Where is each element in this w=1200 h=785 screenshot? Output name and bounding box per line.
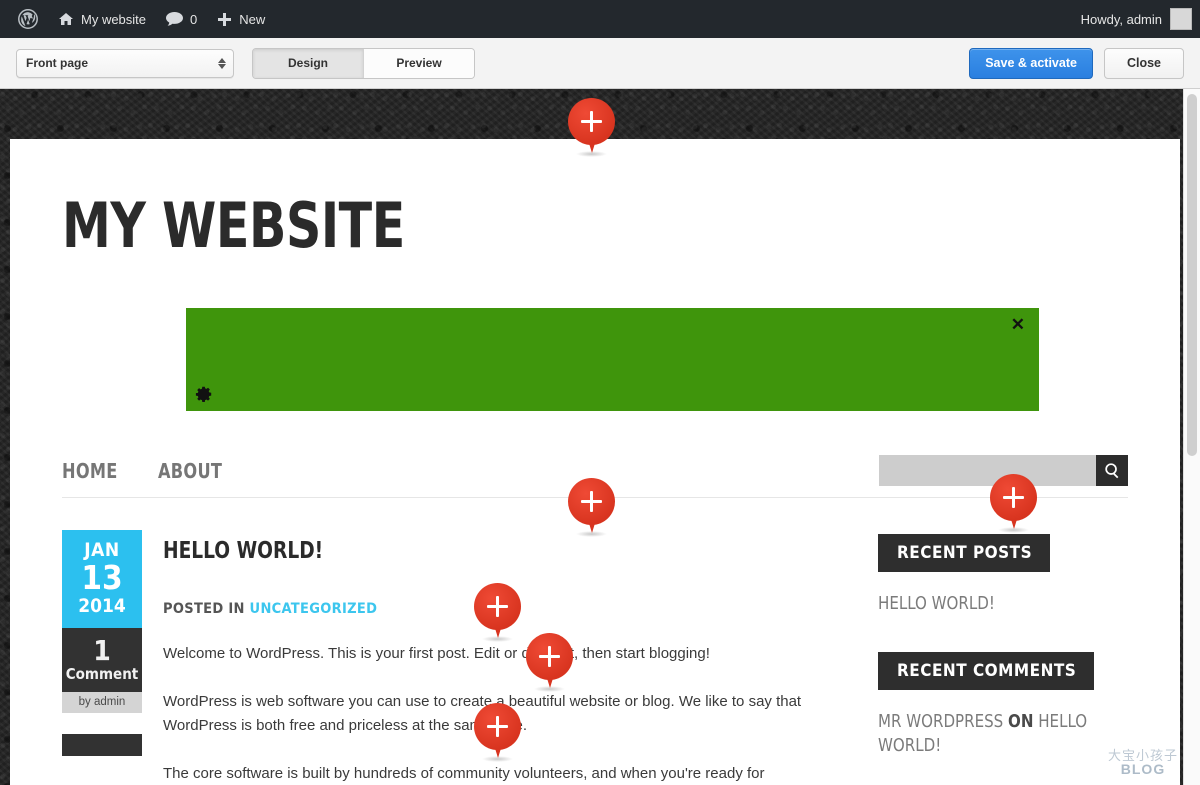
widget-recent-comments-list: MR WORDPRESS ON HELLO WORLD! <box>878 710 1094 758</box>
save-activate-label: Save & activate <box>985 56 1077 70</box>
widget-title-recent-comments: RECENT COMMENTS <box>878 651 1095 690</box>
nav-item-about[interactable]: ABOUT <box>158 459 222 483</box>
sidebar: RECENT POSTS HELLO WORLD! RECENT COMMENT… <box>878 530 1110 785</box>
post-date-badge: JAN 13 2014 <box>62 530 142 628</box>
nav-item-home[interactable]: HOME <box>62 459 118 483</box>
main-column: JAN 13 2014 1 Comment by admin HELLO WOR… <box>62 530 832 785</box>
add-widget-pin-post-a[interactable] <box>474 583 521 643</box>
post-author-badge: by admin <box>62 692 142 714</box>
close-label: Close <box>1126 56 1161 70</box>
post-title[interactable]: HELLO WORLD! <box>163 538 765 564</box>
comments-count: 0 <box>190 11 198 27</box>
page-select-value: Front page <box>26 56 88 70</box>
new-content-menu[interactable]: New <box>207 0 275 38</box>
preview-scrollbar[interactable] <box>1183 89 1200 785</box>
pin-plus-vertical <box>495 596 500 617</box>
widget-recent-posts: RECENT POSTS HELLO WORLD! <box>878 534 1110 616</box>
wordpress-logo-menu[interactable] <box>8 0 48 38</box>
admin-bar-right-group: Howdy, admin <box>1081 8 1200 30</box>
close-x-icon[interactable]: ✕ <box>1011 316 1025 333</box>
save-activate-button[interactable]: Save & activate <box>969 47 1093 79</box>
site-canvas: MY WEBSITE ✕ HOME ABOUT JAN 13 2014 1 Co… <box>10 139 1180 785</box>
post-paragraph-3: The core software is built by hundreds o… <box>163 764 765 782</box>
avatar[interactable] <box>1170 8 1192 30</box>
pin-plus-vertical <box>589 111 594 132</box>
add-widget-pin-content-top[interactable] <box>568 478 615 538</box>
close-button[interactable]: Close <box>1103 47 1184 79</box>
post-paragraph-1: Welcome to WordPress. This is your first… <box>163 645 710 662</box>
comment-bubble-icon <box>166 11 184 27</box>
page-select[interactable]: Front page <box>16 48 234 78</box>
theme-preview-area: MY WEBSITE ✕ HOME ABOUT JAN 13 2014 1 Co… <box>0 89 1200 785</box>
tab-design[interactable]: Design <box>253 48 363 78</box>
add-widget-pin-header[interactable] <box>568 98 615 158</box>
site-inner: MY WEBSITE ✕ HOME ABOUT JAN 13 2014 1 Co… <box>10 139 1180 785</box>
add-widget-pin-post-c[interactable] <box>474 703 521 763</box>
pin-plus-vertical <box>1011 487 1016 508</box>
recent-post-link[interactable]: HELLO WORLD! <box>878 593 995 614</box>
wp-admin-bar: My website 0 New Howdy, admin <box>0 0 1200 38</box>
add-widget-pin-post-b[interactable] <box>526 633 573 693</box>
search-button[interactable] <box>1096 455 1128 486</box>
wordpress-logo-icon <box>18 9 38 29</box>
post-date-day: 13 <box>81 558 123 597</box>
tab-preview[interactable]: Preview <box>363 48 474 78</box>
mode-tab-group: Design Preview <box>252 47 475 79</box>
howdy-label[interactable]: Howdy, admin <box>1081 12 1170 27</box>
widget-recent-posts-list: HELLO WORLD! <box>878 592 1094 616</box>
content-row: JAN 13 2014 1 Comment by admin HELLO WOR… <box>62 530 1128 785</box>
green-widget-block[interactable]: ✕ <box>186 308 1039 411</box>
admin-bar-left-group: My website 0 New <box>0 0 275 38</box>
toolbar-actions: Save & activate Close <box>969 47 1200 79</box>
customizer-screen: My website 0 New Howdy, admin Front page… <box>0 0 1200 785</box>
tab-preview-label: Preview <box>396 56 442 70</box>
post-meta-column: JAN 13 2014 1 Comment by admin <box>62 530 142 785</box>
comments-menu[interactable]: 0 <box>156 0 207 38</box>
scrollbar-thumb[interactable] <box>1187 94 1197 456</box>
comment-count: 1 <box>93 633 111 667</box>
page-title: MY WEBSITE <box>62 189 405 262</box>
recent-comment-author[interactable]: MR WORDPRESS <box>878 711 1008 732</box>
pin-plus-vertical <box>495 716 500 737</box>
plus-icon <box>217 12 232 27</box>
new-label: New <box>239 11 266 27</box>
customizer-toolbar: Front page Design Preview Save & activat… <box>0 38 1200 89</box>
comment-label: Comment <box>65 665 139 684</box>
sort-arrows-icon <box>218 57 226 69</box>
widget-recent-comments: RECENT COMMENTS MR WORDPRESS ON HELLO WO… <box>878 651 1110 758</box>
widget-title-recent-posts: RECENT POSTS <box>878 534 1051 572</box>
post-comment-badge[interactable]: 1 Comment <box>62 627 142 693</box>
recent-comment-on-label: ON <box>1008 710 1034 732</box>
search-icon <box>1104 462 1121 479</box>
home-icon <box>58 11 74 27</box>
site-name-menu[interactable]: My website <box>48 0 156 38</box>
next-post-meta-stub <box>62 734 142 757</box>
pin-plus-vertical <box>547 646 552 667</box>
post-date-year: 2014 <box>78 594 126 617</box>
gear-icon[interactable] <box>195 385 213 403</box>
site-name-label: My website <box>81 11 147 27</box>
search-input[interactable] <box>879 455 1096 486</box>
pin-plus-vertical <box>589 491 594 512</box>
posted-in-label: POSTED IN <box>163 601 245 617</box>
add-widget-pin-sidebar[interactable] <box>990 474 1037 534</box>
tab-design-label: Design <box>287 56 328 70</box>
post-category-link[interactable]: UNCATEGORIZED <box>250 601 378 617</box>
